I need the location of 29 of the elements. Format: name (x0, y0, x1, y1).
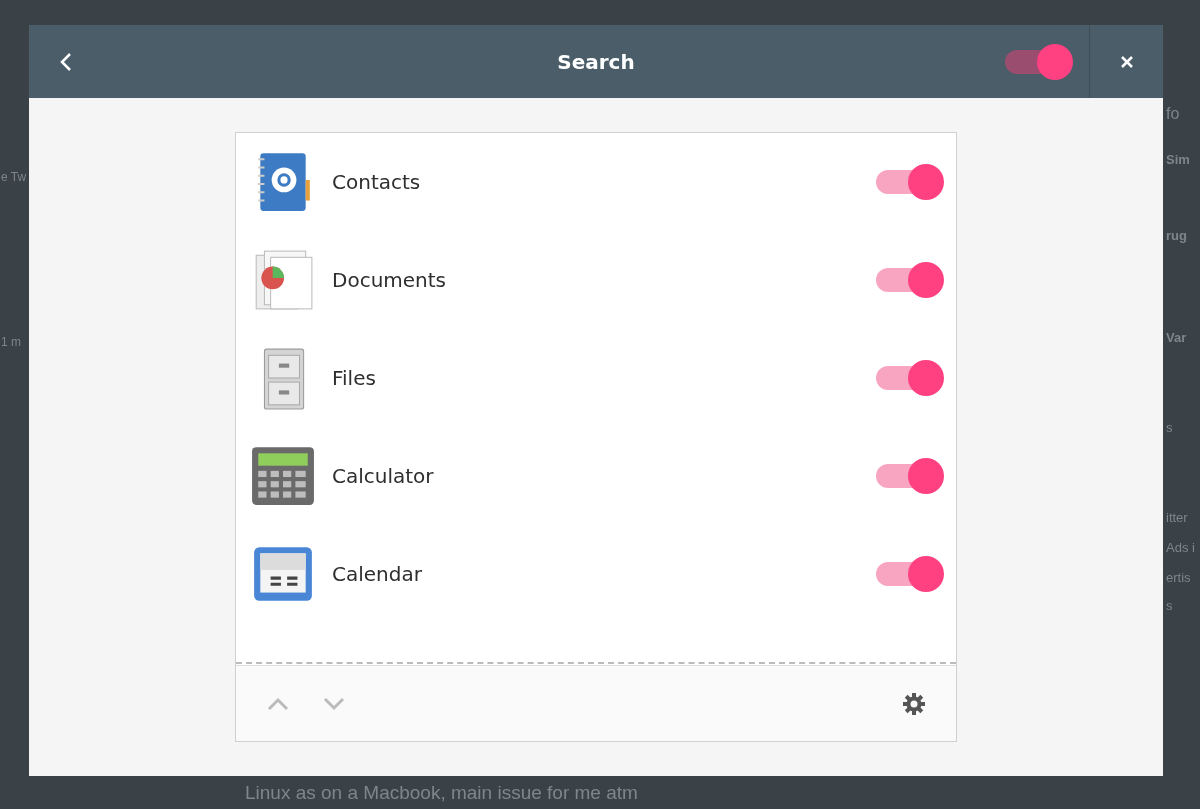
background-text: ertis (1166, 570, 1191, 585)
background-text: 1 m (1, 335, 21, 349)
background-text: rug (1166, 228, 1187, 243)
search-switch[interactable] (1005, 44, 1073, 79)
close-icon (1119, 54, 1134, 69)
provider-switch[interactable] (876, 263, 944, 297)
back-icon (59, 51, 73, 72)
background-text: s (1166, 598, 1173, 613)
provider-name: Documents (332, 268, 448, 292)
provider-switch[interactable] (876, 165, 944, 199)
background-text: s (1166, 420, 1173, 435)
background-text: fo (1166, 105, 1180, 123)
provider-name: Files (332, 366, 377, 390)
background-text: e Tw (1, 170, 27, 184)
background-text: itter (1166, 510, 1188, 525)
provider-name: Contacts (332, 170, 422, 194)
provider-name: Calculator (332, 464, 435, 488)
dialog-title: Search (557, 49, 635, 74)
background-text: Linux as on a Macbook, main issue for me atm (245, 782, 638, 804)
provider-switch[interactable] (876, 459, 944, 493)
background-text: Var (1166, 330, 1187, 345)
chevron-down-icon (323, 696, 345, 711)
background-text: Sim (1166, 152, 1190, 167)
background-text: Ads i (1166, 540, 1195, 555)
provider-switch[interactable] (876, 557, 944, 591)
chevron-up-icon (267, 696, 289, 711)
provider-name: Calendar (332, 562, 423, 586)
provider-switch[interactable] (876, 361, 944, 395)
settings-icon (902, 691, 926, 716)
